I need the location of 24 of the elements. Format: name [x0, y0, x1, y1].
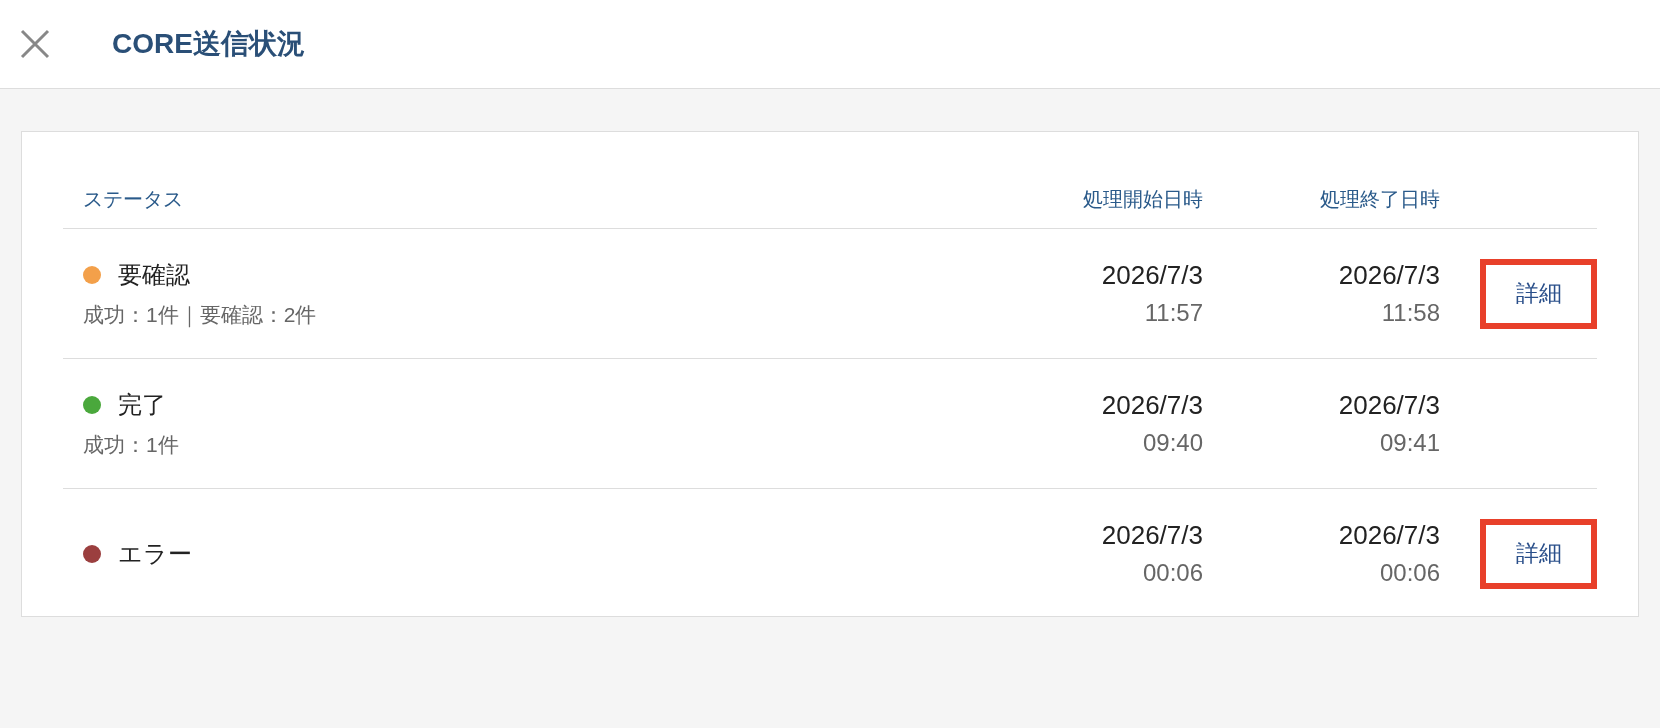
status-label: エラー: [118, 538, 192, 569]
column-header: 処理開始日時: [1082, 186, 1203, 212]
close-icon[interactable]: [20, 29, 50, 59]
page-title: CORE送信状況: [112, 27, 305, 61]
status-label: 要確認: [118, 259, 190, 290]
end-date: 2026/7/3: [1338, 260, 1440, 291]
end-time: 09:41: [1379, 429, 1440, 457]
details-button[interactable]: 詳細: [1480, 258, 1597, 329]
start-date: 2026/7/3: [1101, 520, 1203, 551]
column-header: ステータス: [82, 186, 184, 212]
start-time: 00:06: [1142, 559, 1203, 587]
end-time: 11:58: [1381, 299, 1440, 327]
start-time: 09:40: [1142, 429, 1203, 457]
start-date: 2026/7/3: [1101, 260, 1203, 291]
details-button[interactable]: 詳細: [1480, 518, 1597, 589]
end-date: 2026/7/3: [1338, 520, 1440, 551]
column-header: 処理終了日時: [1319, 186, 1440, 212]
status-summary: 成功：1件｜要確認：2件: [83, 301, 318, 329]
start-time: 11:57: [1144, 299, 1203, 327]
end-date: 2026/7/3: [1338, 390, 1440, 421]
start-date: 2026/7/3: [1101, 390, 1203, 421]
end-time: 00:06: [1379, 559, 1440, 587]
status-label: 完了: [118, 389, 166, 420]
status-summary: 成功：1件: [83, 431, 180, 458]
